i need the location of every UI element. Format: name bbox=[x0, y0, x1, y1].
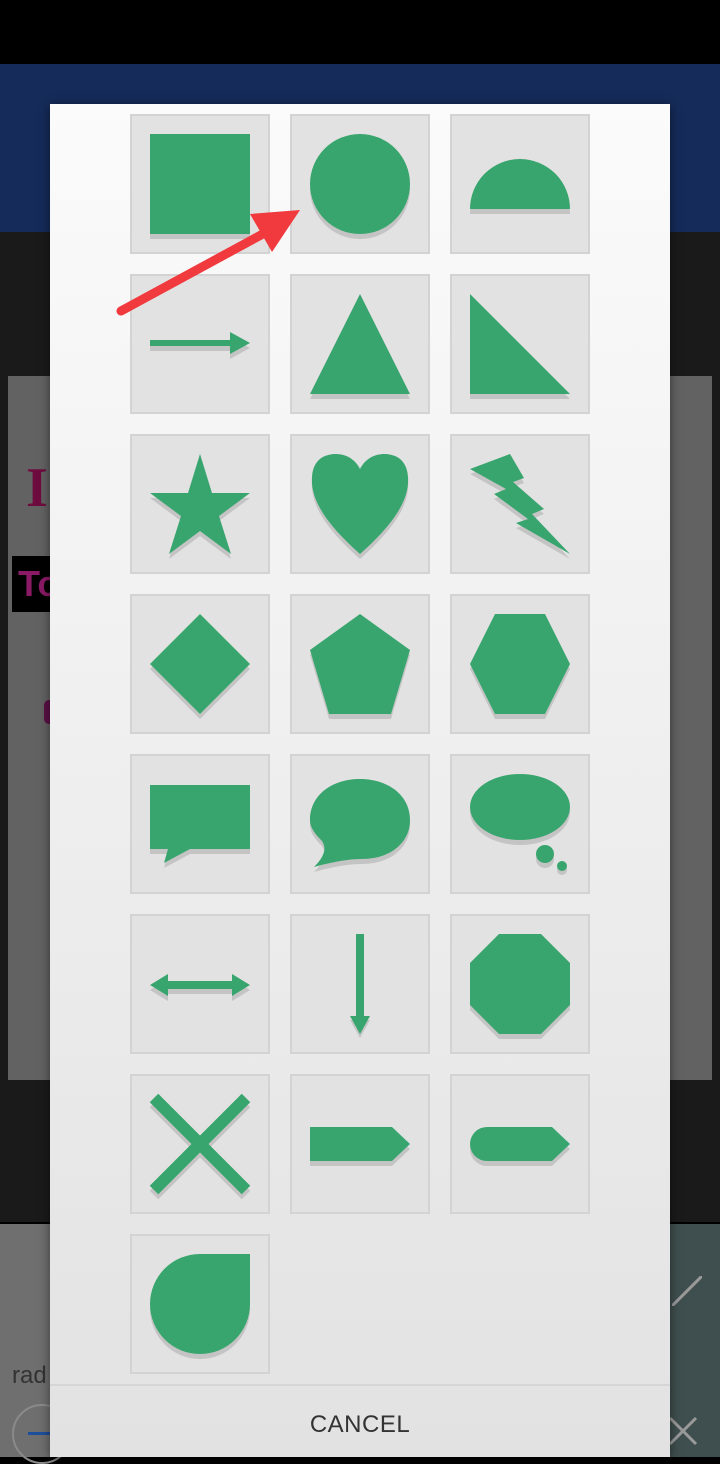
shape-tile-diamond[interactable] bbox=[130, 594, 270, 734]
thought-bubble-shape-icon bbox=[470, 774, 570, 875]
bottom-panel-slider-track bbox=[28, 1432, 50, 1435]
shape-tile-star[interactable] bbox=[130, 434, 270, 574]
status-bar bbox=[0, 0, 720, 64]
shape-tile-arrow-right[interactable] bbox=[130, 274, 270, 414]
shape-tile-half-circle[interactable] bbox=[450, 114, 590, 254]
shape-tile-speech-rectangle[interactable] bbox=[130, 754, 270, 894]
speech-rectangle-shape-icon bbox=[150, 785, 250, 868]
bottom-panel-label: rad bbox=[12, 1362, 47, 1389]
square-shape-icon bbox=[150, 134, 250, 239]
shape-tile-heart[interactable] bbox=[290, 434, 430, 574]
shape-tile-cross[interactable] bbox=[130, 1074, 270, 1214]
cross-shape-icon bbox=[149, 1093, 251, 1200]
canvas-text-i: I bbox=[26, 457, 48, 519]
pentagon-shape-icon bbox=[310, 614, 410, 719]
star-shape-icon bbox=[150, 454, 250, 559]
shape-tile-right-triangle[interactable] bbox=[450, 274, 590, 414]
hexagon-shape-icon bbox=[470, 614, 570, 719]
shape-tile-pentagon[interactable] bbox=[290, 594, 430, 734]
shape-tile-thought-bubble[interactable] bbox=[450, 754, 590, 894]
shape-tile-triangle[interactable] bbox=[290, 274, 430, 414]
shape-tile-teardrop[interactable] bbox=[130, 1234, 270, 1374]
shape-picker-dialog: CANCEL bbox=[50, 104, 670, 1457]
right-triangle-shape-icon bbox=[470, 294, 570, 399]
shape-tile-double-arrow[interactable] bbox=[130, 914, 270, 1054]
speech-oval-shape-icon bbox=[310, 779, 410, 872]
shape-tile-arrow-down[interactable] bbox=[290, 914, 430, 1054]
arrow-down-shape-icon bbox=[350, 934, 370, 1038]
shape-tile-lightning[interactable] bbox=[450, 434, 590, 574]
dialog-footer-divider bbox=[50, 1384, 670, 1386]
arrow-right-shape-icon bbox=[150, 332, 250, 359]
shape-tile-octagon[interactable] bbox=[450, 914, 590, 1054]
diamond-shape-icon bbox=[150, 614, 250, 719]
check-icon bbox=[672, 1276, 702, 1306]
double-arrow-shape-icon bbox=[150, 974, 250, 1001]
shape-tile-tag-arrow[interactable] bbox=[290, 1074, 430, 1214]
octagon-shape-icon bbox=[470, 934, 570, 1039]
shape-tile-circle[interactable] bbox=[290, 114, 430, 254]
half-circle-shape-icon bbox=[470, 159, 570, 214]
heart-shape-icon bbox=[311, 454, 409, 559]
tag-arrow-shape-icon bbox=[310, 1127, 410, 1166]
teardrop-shape-icon bbox=[150, 1254, 250, 1359]
close-icon bbox=[668, 1416, 698, 1446]
shape-tile-speech-oval[interactable] bbox=[290, 754, 430, 894]
circle-shape-icon bbox=[310, 134, 410, 239]
shape-tile-rounded-tag[interactable] bbox=[450, 1074, 590, 1214]
rounded-tag-shape-icon bbox=[470, 1127, 570, 1166]
triangle-shape-icon bbox=[310, 294, 410, 399]
cancel-button[interactable]: CANCEL bbox=[280, 1400, 440, 1450]
shape-tile-hexagon[interactable] bbox=[450, 594, 590, 734]
shape-tile-square[interactable] bbox=[130, 114, 270, 254]
lightning-shape-icon bbox=[470, 454, 570, 559]
